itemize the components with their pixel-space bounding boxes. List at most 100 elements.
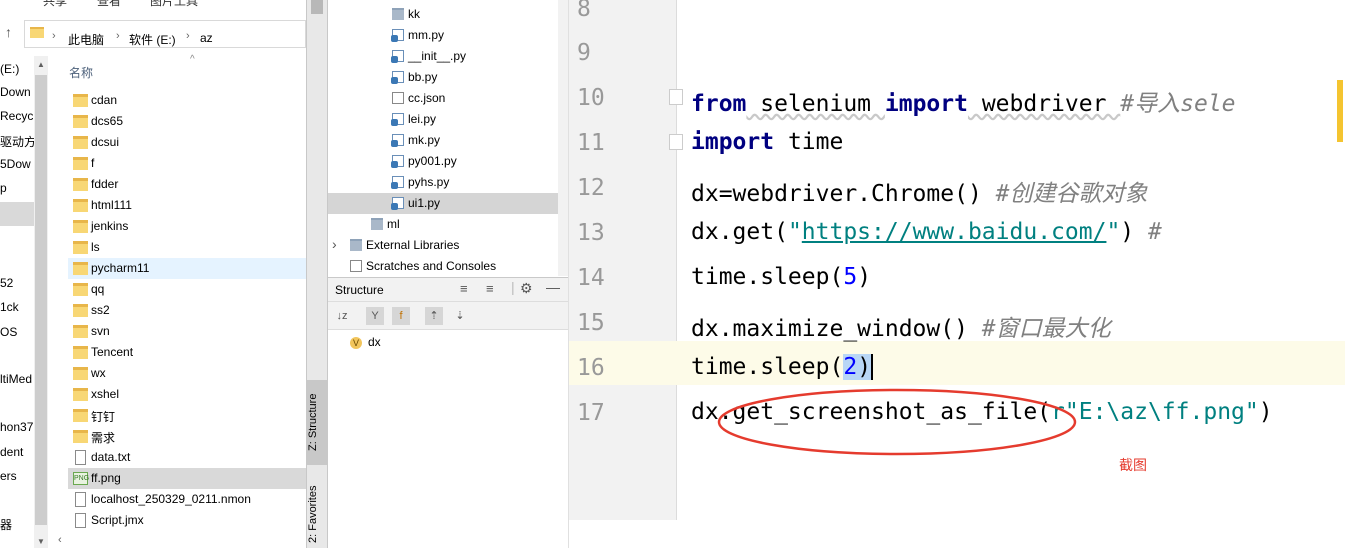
folder-row[interactable]: fdder	[68, 174, 306, 195]
folder-row[interactable]: Tencent	[68, 342, 306, 363]
nav-item[interactable]: OS	[0, 325, 17, 339]
url-link[interactable]: https://www.baidu.com/	[802, 219, 1107, 245]
minimize-icon[interactable]: —	[546, 279, 560, 295]
tool-strip-button[interactable]	[311, 0, 323, 14]
nav-item[interactable]: Down	[0, 85, 31, 99]
autoscroll-from-source-icon[interactable]: ⇣	[451, 307, 469, 325]
folder-row[interactable]: wx	[68, 363, 306, 384]
tab-favorites[interactable]: 2: Favorites	[307, 480, 327, 548]
address-bar[interactable]: › 此电脑 › 软件 (E:) › az	[24, 20, 306, 48]
expand-all-icon[interactable]: ≡	[460, 281, 468, 296]
folder-row[interactable]: xshel	[68, 384, 306, 405]
line-number: 16	[577, 355, 605, 381]
line-number: 17	[577, 400, 605, 426]
breadcrumb-az[interactable]: az	[200, 31, 213, 45]
tree-item-label: kk	[408, 7, 420, 21]
up-arrow-icon[interactable]: ↑	[5, 24, 12, 40]
folder-row[interactable]: qq	[68, 279, 306, 300]
project-scrollbar[interactable]	[558, 0, 568, 276]
sort-alpha-icon[interactable]: ↓z	[333, 307, 351, 325]
nav-item-selected[interactable]	[0, 202, 34, 226]
scroll-left-icon[interactable]: ‹	[58, 534, 62, 546]
nav-item[interactable]: 5Dow	[0, 157, 31, 171]
nav-item[interactable]: Recyc	[0, 109, 33, 123]
structure-item-dx[interactable]: dx	[368, 335, 381, 349]
folder-icon	[73, 388, 88, 401]
ribbon-tab-picture-tools[interactable]: 图片工具	[150, 0, 198, 9]
chevron-right-icon: ›	[186, 30, 190, 42]
nav-item[interactable]: 器	[0, 516, 12, 533]
nav-scrollbar-thumb[interactable]	[35, 75, 47, 525]
nav-item[interactable]: (E:)	[0, 62, 19, 76]
string-literal: r"E:\az\ff.png"	[1051, 399, 1259, 425]
python-file-icon	[391, 29, 404, 42]
file-row[interactable]: Script.jmx	[68, 510, 306, 531]
file-name: xshel	[91, 387, 120, 401]
folder-row[interactable]: 钉钉	[68, 405, 306, 426]
line-number: 15	[577, 310, 605, 336]
keyword: import	[691, 129, 775, 155]
file-row[interactable]: localhost_250329_0211.nmon	[68, 489, 306, 510]
file-row[interactable]: data.txt	[68, 447, 306, 468]
file-row[interactable]: PNG ff.png	[68, 468, 306, 489]
folder-icon	[73, 199, 88, 212]
nav-item[interactable]: 驱动方	[0, 133, 36, 150]
folder-row[interactable]: dcs65	[68, 111, 306, 132]
nav-item[interactable]: ers	[0, 469, 17, 483]
folder-icon	[73, 178, 88, 191]
code-editor[interactable]: 8 9 10 11 12 13 14 15 16 17 from seleniu…	[568, 0, 1345, 548]
autoscroll-to-source-icon[interactable]: ⇡	[425, 307, 443, 325]
number: 2	[843, 354, 858, 380]
breadcrumb-this-pc[interactable]: 此电脑	[68, 31, 104, 48]
ribbon-tab-share[interactable]: 共享	[43, 0, 67, 9]
folder-icon	[73, 115, 88, 128]
ribbon-tab-view[interactable]: 查看	[97, 0, 121, 9]
string-quote: "	[787, 219, 802, 245]
folder-row[interactable]: 需求	[68, 426, 306, 447]
breadcrumb-drive-e[interactable]: 软件 (E:)	[129, 31, 176, 48]
column-header-name[interactable]: 名称	[69, 64, 93, 81]
folder-row[interactable]: html111	[68, 195, 306, 216]
chevron-right-icon[interactable]: ›	[332, 236, 337, 252]
file-name: pycharm11	[91, 261, 150, 275]
line-number: 13	[577, 220, 605, 246]
python-file-icon	[391, 50, 404, 63]
folder-row[interactable]: pycharm11	[68, 258, 306, 279]
nav-item[interactable]: dent	[0, 445, 23, 459]
folder-icon	[73, 409, 88, 422]
folder-row[interactable]: f	[68, 153, 306, 174]
folder-row[interactable]: dcsui	[68, 132, 306, 153]
show-fields-icon[interactable]: f	[392, 307, 410, 325]
nav-item[interactable]: ltiMed	[0, 372, 32, 386]
comment: #窗口最大化	[981, 316, 1111, 342]
nav-item[interactable]: hon37	[0, 420, 33, 434]
nav-item[interactable]: 52	[0, 276, 13, 290]
code-token: dx.maximize_window()	[691, 316, 982, 342]
warning-marker[interactable]	[1337, 80, 1343, 142]
collapse-all-icon[interactable]: ≡	[486, 281, 494, 296]
fold-marker-icon[interactable]	[669, 89, 683, 105]
folder-row[interactable]: svn	[68, 321, 306, 342]
nav-item[interactable]: p	[0, 181, 7, 195]
tab-structure[interactable]: Z: Structure	[307, 380, 327, 465]
file-name: qq	[91, 282, 105, 296]
fold-marker-icon[interactable]	[669, 134, 683, 150]
python-file-icon	[391, 134, 404, 147]
scroll-up-icon[interactable]: ▲	[37, 60, 45, 69]
folder-row[interactable]: cdan	[68, 90, 306, 111]
filter-icon[interactable]: Y	[366, 307, 384, 325]
nav-item[interactable]: 1ck	[0, 300, 19, 314]
scroll-down-icon[interactable]: ▼	[37, 537, 45, 546]
file-name: localhost_250329_0211.nmon	[91, 492, 251, 506]
code-token: time.sleep(	[691, 264, 844, 290]
folder-row[interactable]: jenkins	[68, 216, 306, 237]
folder-row[interactable]: ss2	[68, 300, 306, 321]
folder-row[interactable]: ls	[68, 237, 306, 258]
code-token: )	[1258, 399, 1273, 425]
structure-panel: Structure ≡ ≡ | ⚙ — ↓z Y f ⇡ ⇣ V dx	[328, 277, 568, 548]
code-token: )	[857, 264, 872, 290]
gear-icon[interactable]: ⚙	[520, 280, 533, 297]
line-number: 8	[577, 0, 591, 22]
horizontal-scrollbar[interactable]: ‹	[52, 534, 306, 548]
chevron-right-icon: ›	[52, 30, 56, 42]
